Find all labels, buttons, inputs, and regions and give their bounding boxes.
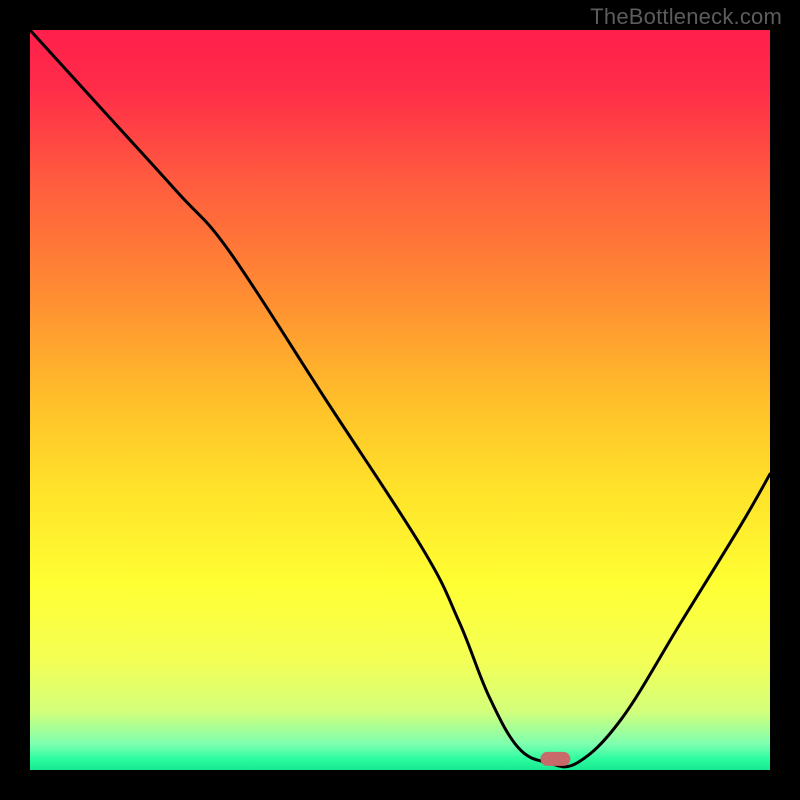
chart-frame: TheBottleneck.com xyxy=(0,0,800,800)
plot-area xyxy=(30,30,770,770)
bottleneck-chart xyxy=(30,30,770,770)
optimal-marker xyxy=(540,752,570,766)
watermark-text: TheBottleneck.com xyxy=(590,4,782,30)
